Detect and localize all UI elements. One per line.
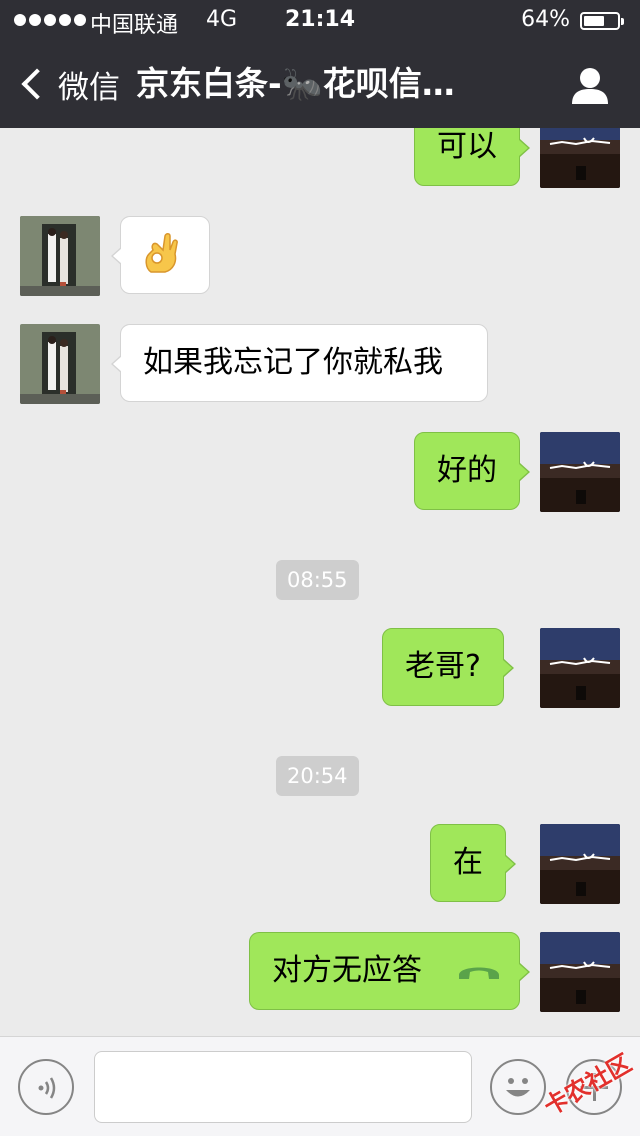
message-bubble-incoming[interactable]: 👌	[111, 216, 210, 294]
battery-icon	[580, 12, 624, 30]
status-bar: 中国联通 4G 21:14 64%	[0, 0, 640, 40]
message-text: 可以	[437, 129, 497, 164]
night-scene-avatar-image	[540, 628, 620, 708]
message-text: 在	[453, 845, 483, 880]
night-scene-avatar-image	[540, 432, 620, 512]
message-timestamp: 20:54	[276, 756, 359, 796]
message-bubble-outgoing[interactable]: 在	[430, 824, 516, 902]
battery-percent: 64%	[521, 7, 570, 32]
my-avatar[interactable]	[540, 128, 620, 188]
chat-area[interactable]: 可以 👌	[0, 128, 640, 1036]
back-label: 微信	[58, 69, 120, 106]
message-text: 好的	[437, 453, 497, 488]
night-scene-avatar-image	[540, 932, 620, 1012]
message-bubble-incoming[interactable]: 如果我忘记了你就私我	[111, 324, 488, 402]
nav-bar: 微信 京东白条-🐜花呗信…	[0, 40, 640, 128]
message-text: 如果我忘记了你就私我	[143, 345, 443, 380]
profile-button[interactable]	[570, 66, 610, 106]
message-text: 老哥?	[405, 649, 481, 684]
night-scene-avatar-image	[540, 128, 620, 188]
my-avatar[interactable]	[540, 432, 620, 512]
couple-photo-avatar-image	[20, 324, 100, 404]
message-input[interactable]	[94, 1051, 472, 1123]
back-button[interactable]: 微信	[14, 60, 120, 108]
voice-icon	[38, 1077, 56, 1099]
contact-avatar[interactable]	[20, 216, 100, 296]
message-timestamp: 08:55	[276, 560, 359, 600]
night-scene-avatar-image	[540, 824, 620, 904]
message-text: 对方无应答	[272, 953, 422, 988]
my-avatar[interactable]	[540, 932, 620, 1012]
my-avatar[interactable]	[540, 628, 620, 708]
message-bubble-outgoing[interactable]: 好的	[414, 432, 530, 510]
chat-title: 京东白条-🐜花呗信…	[136, 64, 455, 103]
call-record-bubble[interactable]: 对方无应答	[249, 932, 530, 1010]
couple-photo-avatar-image	[20, 216, 100, 296]
person-icon	[572, 68, 608, 104]
message-bubble-outgoing[interactable]: 可以	[414, 128, 530, 186]
voice-toggle-button[interactable]	[18, 1059, 74, 1115]
emoji-button[interactable]	[490, 1059, 546, 1115]
my-avatar[interactable]	[540, 824, 620, 904]
phone-hangup-icon	[458, 967, 499, 979]
contact-avatar[interactable]	[20, 324, 100, 404]
smiley-icon	[506, 1078, 530, 1097]
message-bubble-outgoing[interactable]: 老哥?	[382, 628, 514, 706]
ok-hand-emoji-icon	[145, 232, 178, 273]
chevron-left-icon	[21, 68, 53, 100]
